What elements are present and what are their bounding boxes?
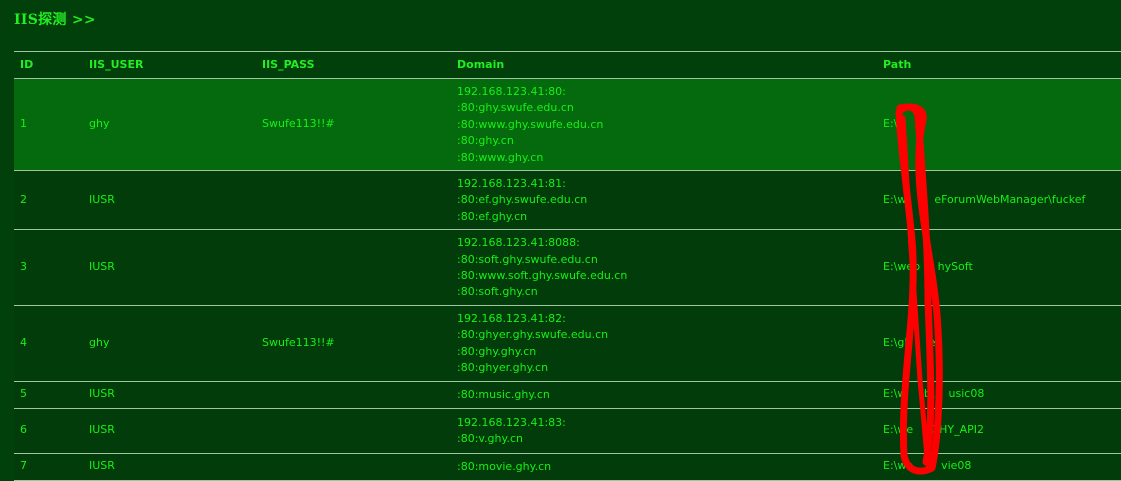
header-path: Path (877, 51, 1121, 79)
cell-path: E:\web hySoft (877, 229, 1121, 306)
cell-domain: 192.168.123.41:83::80:v.ghy.cn (451, 407, 877, 453)
cell-iis-user: IUSR (83, 170, 256, 230)
cell-domain: 192.168.123.41:81::80:ef.ghy.swufe.edu.c… (451, 170, 877, 230)
cell-iis-pass (256, 407, 451, 453)
domain-entry: :80:ghy.cn (457, 134, 514, 148)
domain-entry: :80:www.ghy.swufe.edu.cn (457, 117, 604, 131)
cell-iis-pass: Swufe113!!# (256, 77, 451, 171)
cell-iis-user: IUSR (83, 407, 256, 453)
cell-id: 3 (14, 229, 83, 306)
cell-iis-pass (256, 170, 451, 230)
table-row: 3 IUSR 192.168.123.41:8088::80:soft.ghy.sw… (14, 229, 1121, 306)
table-row: 4 ghy Swufe113!!# 192.168.123.41:82::80:ghy… (14, 304, 1121, 381)
domain-entry: :80:www.soft.ghy.swufe.edu.cn (457, 269, 628, 283)
table-row: 1 ghy Swufe113!!# 192.168.123.41:80::80:ghy… (14, 77, 1121, 171)
cell-id: 5 (14, 380, 83, 408)
table-body: 1 ghy Swufe113!!# 192.168.123.41:80::80:ghy… (14, 77, 1121, 481)
domain-entry: 192.168.123.41:8088: (457, 236, 580, 250)
domain-entry: :80:soft.ghy.swufe.edu.cn (457, 252, 598, 266)
header-iis-user: IIS_USER (83, 51, 256, 79)
cell-id: 7 (14, 452, 83, 481)
cell-path: E:\we GHY_API2 (877, 407, 1121, 453)
table-row: 5 IUSR :80:music.ghy.cn E:\w b\ usic08 (14, 380, 1121, 408)
page-title: IIS探测 >> (14, 12, 96, 28)
domain-entry: :80:v.ghy.cn (457, 432, 523, 445)
iis-table: ID IIS_USER IIS_PASS Domain Path 1 ghy Swu… (14, 51, 1121, 481)
cell-iis-pass (256, 380, 451, 408)
cell-iis-user: IUSR (83, 229, 256, 306)
cell-iis-user: ghy (83, 304, 256, 381)
cell-domain: 192.168.123.41:80::80:ghy.swufe.edu.cn:8… (451, 77, 877, 171)
table-row: 2 IUSR 192.168.123.41:81::80:ef.ghy.swufe.… (14, 170, 1121, 230)
domain-entry: :80:ef.ghy.cn (457, 209, 528, 223)
cell-iis-user: ghy (83, 77, 256, 171)
domain-entry: 192.168.123.41:83: (457, 415, 566, 429)
domain-entry: :80:soft.ghy.cn (457, 285, 538, 299)
cell-iis-pass (256, 452, 451, 481)
cell-path: E:\w b\ usic08 (877, 380, 1121, 408)
cell-iis-user: IUSR (83, 452, 256, 481)
domain-entry: :80:www.ghy.cn (457, 150, 544, 164)
cell-id: 2 (14, 170, 83, 230)
domain-entry: :80:ghy.swufe.edu.cn (457, 101, 574, 115)
cell-domain: 192.168.123.41:8088::80:soft.ghy.swufe.e… (451, 229, 877, 306)
domain-entry: :80:music.ghy.cn (457, 387, 550, 401)
table-header-row: ID IIS_USER IIS_PASS Domain Path (14, 51, 1121, 79)
table-row: 7 IUSR :80:movie.ghy.cn E:\we vie08 (14, 452, 1121, 481)
cell-domain: 192.168.123.41:82::80:ghyer.ghy.swufe.ed… (451, 304, 877, 381)
cell-id: 1 (14, 77, 83, 171)
domain-entry: 192.168.123.41:81: (457, 177, 566, 191)
header-domain: Domain (451, 51, 877, 79)
cell-path: E:\we vie08 (877, 452, 1121, 481)
cell-iis-pass: Swufe113!!# (256, 304, 451, 381)
cell-path: E:\w (877, 77, 1121, 171)
domain-entry: :80:ef.ghy.swufe.edu.cn (457, 193, 588, 207)
header-iis-pass: IIS_PASS (256, 51, 451, 79)
cell-id: 4 (14, 304, 83, 381)
cell-domain: :80:music.ghy.cn (451, 380, 877, 408)
domain-entry: 192.168.123.41:80: (457, 85, 566, 98)
domain-entry: 192.168.123.41:82: (457, 311, 566, 325)
domain-entry: :80:movie.ghy.cn (457, 459, 552, 473)
domain-entry: :80:ghy.ghy.cn (457, 344, 537, 358)
table-row: 6 IUSR 192.168.123.41:83::80:v.ghy.cn E:\we… (14, 407, 1121, 453)
cell-iis-pass (256, 229, 451, 306)
domain-entry: :80:ghyer.ghy.cn (457, 361, 549, 375)
iis-table-container: ID IIS_USER IIS_PASS Domain Path 1 ghy Swu… (14, 51, 1121, 481)
header-id: ID (14, 51, 83, 79)
cell-id: 6 (14, 407, 83, 453)
cell-iis-user: IUSR (83, 380, 256, 408)
cell-path: E:\w eForumWebManager\fuckef (877, 170, 1121, 230)
cell-path: E:\gh er (877, 304, 1121, 381)
cell-domain: :80:movie.ghy.cn (451, 452, 877, 481)
domain-entry: :80:ghyer.ghy.swufe.edu.cn (457, 328, 609, 342)
